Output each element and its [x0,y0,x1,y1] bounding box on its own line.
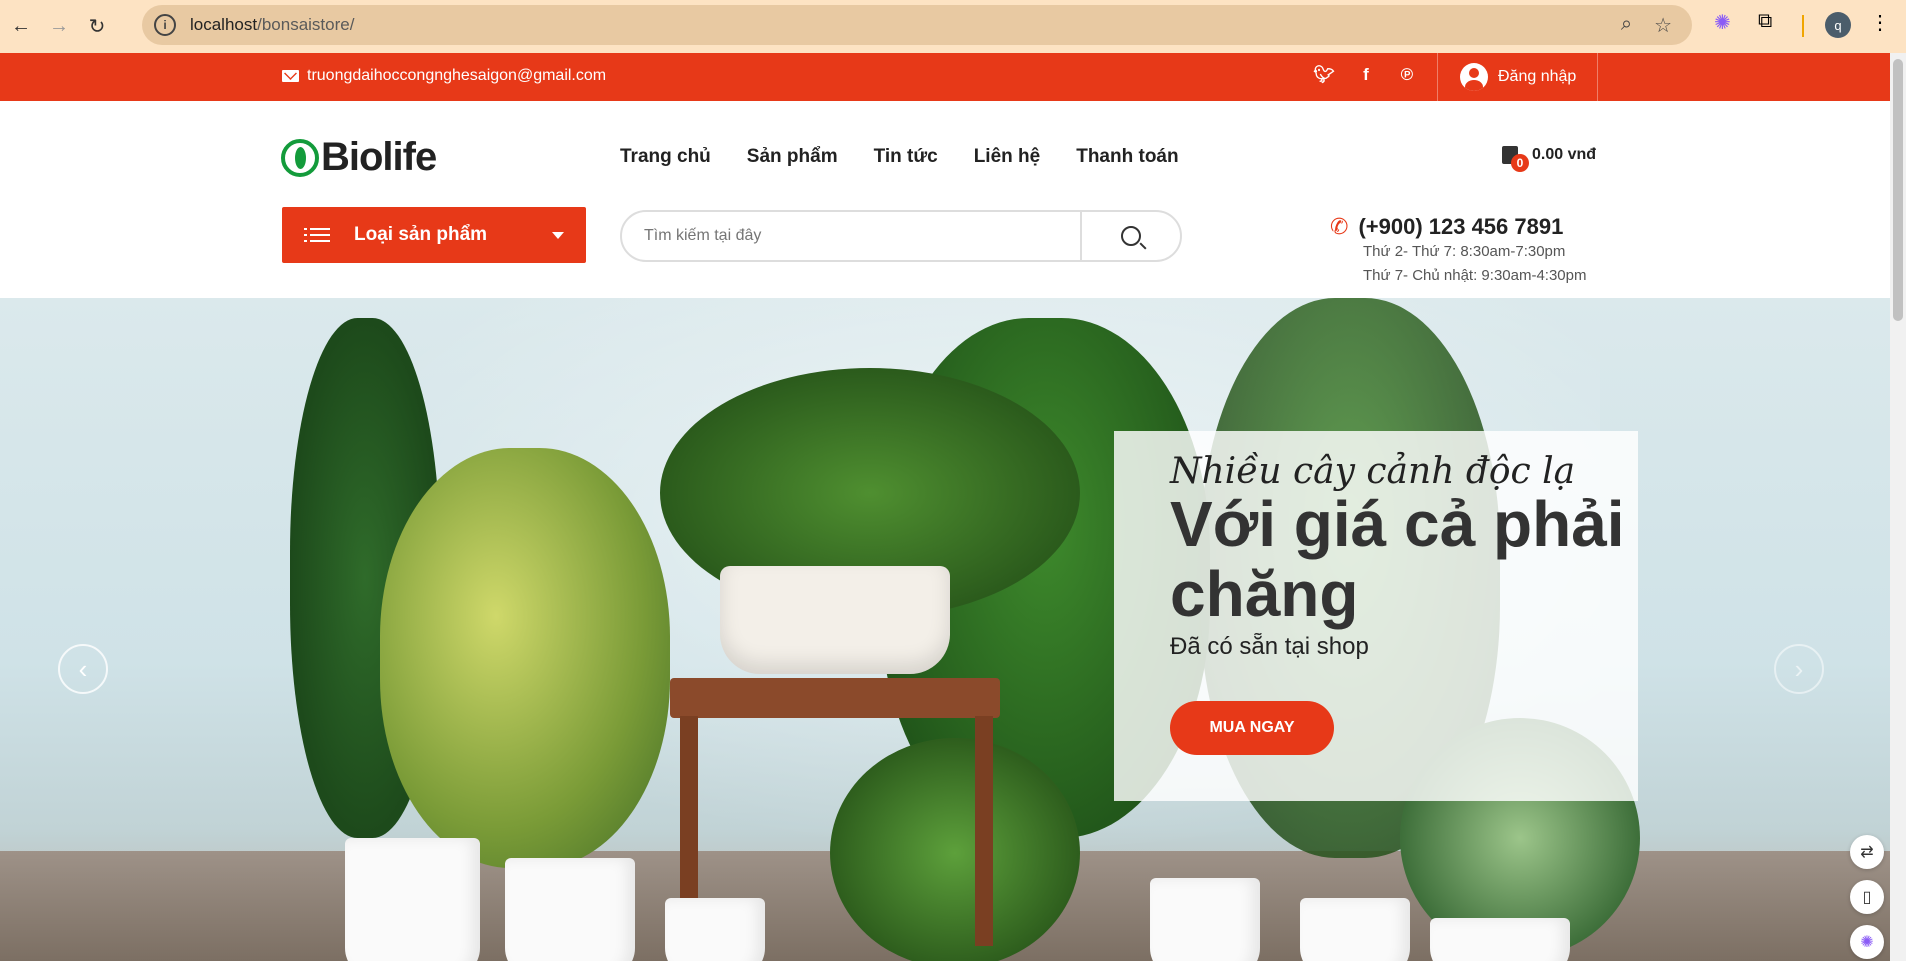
email-text: truongdaihoccongnghesaigon@gmail.com [307,67,607,84]
url-path: /bonsaistore/ [257,15,355,34]
top-bar: truongdaihoccongnghesaigon@gmail.com 🐦︎ … [0,53,1890,101]
phone-icon: ✆ [1330,214,1349,239]
brain-extension-icon[interactable]: ✺ [1714,10,1731,35]
cart-count-badge: 0 [1511,154,1529,172]
leaf-logo-icon [281,138,319,177]
user-icon [1460,63,1488,91]
caret-down-icon [552,232,564,239]
nav-item-news[interactable]: Tin tức [874,146,938,168]
logo-text: Biolife [321,135,437,179]
reader-book-icon[interactable]: ▯ [1850,880,1884,914]
search-icon [1121,226,1141,246]
login-label: Đăng nhập [1498,68,1577,85]
contact-info: ✆ (+900) 123 456 7891 Thứ 2- Thứ 7: 8:30… [1330,214,1587,288]
site-logo[interactable]: Biolife [281,135,437,180]
list-icon [304,227,330,243]
opening-hours-weekend: Thứ 7- Chủ nhật: 9:30am-4:30pm [1363,267,1587,284]
search-button[interactable] [1080,212,1180,260]
mail-icon [282,70,299,82]
translate-tool-icon[interactable]: ⇄ [1850,835,1884,869]
slider-prev-icon[interactable]: ‹ [58,644,108,694]
extensions-puzzle-icon[interactable]: ⧉ [1758,10,1772,33]
nav-item-products[interactable]: Sản phẩm [747,146,838,168]
pinterest-icon[interactable]: ℗ [1395,65,1419,85]
profile-avatar[interactable]: q [1825,12,1851,38]
facebook-icon[interactable]: f [1354,65,1378,85]
mini-cart[interactable]: 0 0.00 vnđ [1502,146,1597,172]
hero-slider: Nhiều cây cảnh độc lạ Với giá cả phải ch… [0,298,1890,961]
contact-email[interactable]: truongdaihoccongnghesaigon@gmail.com [282,67,606,85]
category-label: Loại sản phẩm [354,224,488,245]
site-info-icon[interactable]: i [154,14,176,36]
main-nav: Trang chủ Sản phẩm Tin tức Liên hệ Thanh… [620,146,1179,168]
hero-description: Đã có sẵn tại shop [1170,633,1369,660]
login-button[interactable]: Đăng nhập [1437,53,1598,101]
opening-hours-weekday: Thứ 2- Thứ 7: 8:30am-7:30pm [1363,243,1566,260]
browser-menu-icon[interactable]: ⋮ [1870,10,1890,35]
hero-subtitle: Nhiều cây cảnh độc lạ [1170,451,1576,492]
separator [1802,15,1804,37]
zoom-icon[interactable]: ⌕ [1621,13,1632,38]
browser-toolbar: ← → ↻ i localhost/bonsaistore/ ⌕ ☆ ✺ ⧉ q… [0,0,1906,53]
nav-item-contact[interactable]: Liên hệ [974,146,1041,168]
category-dropdown-button[interactable]: Loại sản phẩm [282,207,586,263]
twitter-icon[interactable]: 🐦︎ [1312,65,1336,85]
bookmark-star-icon[interactable]: ☆ [1654,13,1672,38]
hero-content-card: Nhiều cây cảnh độc lạ Với giá cả phải ch… [1114,431,1638,801]
profile-initial: q [1825,12,1851,38]
slider-next-icon[interactable]: › [1774,644,1824,694]
search-input[interactable] [622,227,1080,245]
scrollbar-thumb[interactable] [1893,59,1903,321]
hero-title: Với giá cả phải chăng [1170,488,1625,630]
reload-icon[interactable]: ↻ [80,10,114,44]
page-scrollbar[interactable] [1890,53,1906,961]
phone-number[interactable]: (+900) 123 456 7891 [1358,214,1563,240]
shop-now-button[interactable]: MUA NGAY [1170,701,1334,755]
url-host: localhost [190,15,258,34]
address-bar[interactable]: i localhost/bonsaistore/ ⌕ ☆ [142,5,1692,45]
shopping-bag-icon: 0 [1502,146,1529,172]
back-icon[interactable]: ← [4,10,38,44]
url-text: localhost/bonsaistore/ [190,15,354,35]
nav-item-checkout[interactable]: Thanh toán [1076,146,1178,168]
cart-total: 0.00 vnđ [1532,146,1597,163]
search-box [620,210,1182,262]
ai-assistant-icon[interactable]: ✺ [1850,925,1884,959]
nav-item-home[interactable]: Trang chủ [620,146,711,168]
forward-icon[interactable]: → [42,10,76,44]
